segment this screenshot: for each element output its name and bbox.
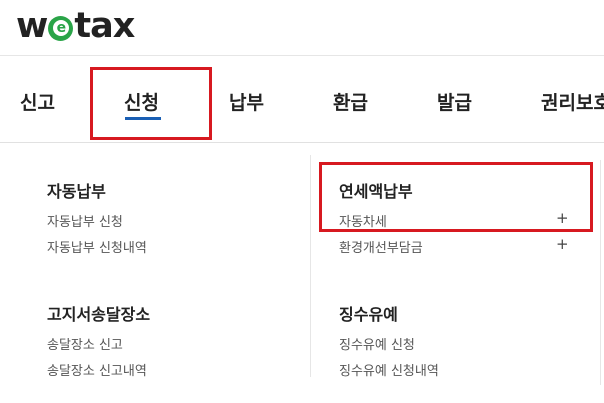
nav-item-issuance[interactable]: 발급 [437, 88, 472, 115]
link-delivery-place-history[interactable]: 송달장소 신고내역 [47, 360, 147, 379]
link-vehicle-tax[interactable]: 자동차세 [339, 211, 387, 230]
nav-item-payment[interactable]: 납부 [229, 88, 264, 115]
section-title-auto-payment: 자동납부 [47, 182, 106, 201]
column-separator [310, 155, 311, 377]
right-edge-separator [600, 160, 601, 385]
nav-item-refund[interactable]: 환급 [333, 88, 368, 115]
section-title-annual-payment: 연세액납부 [339, 182, 413, 201]
nav-divider [0, 142, 604, 143]
link-deferral-apply[interactable]: 징수유예 신청 [339, 334, 415, 353]
nav-item-rights-protection[interactable]: 권리보호 [541, 88, 604, 115]
logo-text-tax: tax [74, 6, 135, 46]
section-title-bill-delivery: 고지서송달장소 [47, 305, 151, 324]
logo-text-e: e [52, 20, 69, 36]
link-delivery-place-report[interactable]: 송달장소 신고 [47, 334, 123, 353]
wetax-logo[interactable]: w e tax [16, 6, 135, 46]
link-auto-payment-apply[interactable]: 자동납부 신청 [47, 211, 123, 230]
section-title-collection-deferral: 징수유예 [339, 305, 398, 324]
highlight-box-apply [90, 67, 212, 140]
link-auto-payment-history[interactable]: 자동납부 신청내역 [47, 237, 147, 256]
expand-plus-icon[interactable]: + [556, 211, 569, 226]
nav-item-report[interactable]: 신고 [20, 88, 55, 115]
link-environment-charge[interactable]: 환경개선부담금 [339, 237, 423, 256]
logo-text-w: w [16, 6, 48, 46]
link-deferral-history[interactable]: 징수유예 신청내역 [339, 360, 439, 379]
expand-plus-icon[interactable]: + [556, 237, 569, 252]
header-divider [0, 55, 604, 56]
logo-e-circle: e [48, 15, 74, 41]
